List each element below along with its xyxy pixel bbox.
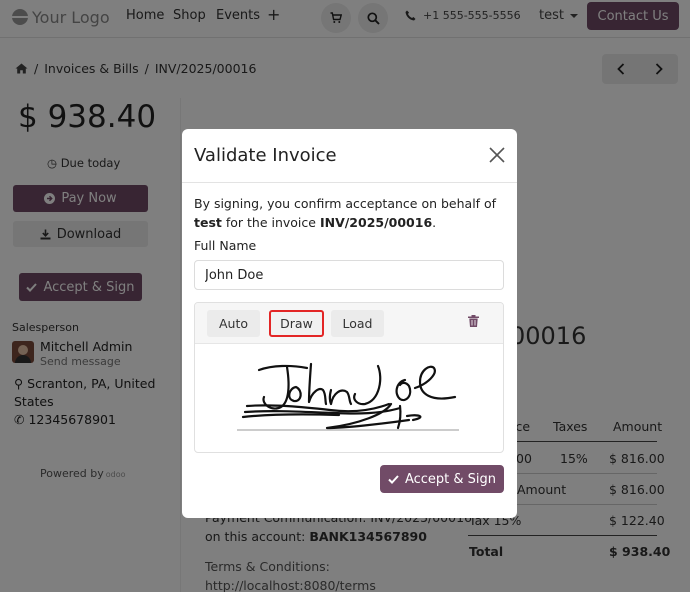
- trash-icon[interactable]: [468, 315, 479, 327]
- signature-pad: Auto Draw Load: [194, 302, 504, 453]
- validate-invoice-dialog: Validate Invoice By signing, you confirm…: [182, 129, 517, 518]
- consent-invoice: INV/2025/00016: [319, 215, 433, 230]
- modal-title: Validate Invoice: [194, 145, 337, 166]
- signature-canvas[interactable]: [195, 344, 504, 453]
- mode-auto-button[interactable]: Auto: [207, 310, 260, 337]
- check-icon: [388, 474, 399, 484]
- signature-mode-toolbar: Auto Draw Load: [195, 303, 503, 344]
- close-icon[interactable]: [487, 145, 507, 165]
- full-name-label: Full Name: [194, 238, 257, 253]
- full-name-input[interactable]: [194, 260, 504, 290]
- consent-user: test: [194, 215, 222, 230]
- consent-text: By signing, you confirm acceptance on be…: [194, 194, 506, 232]
- modal-header: Validate Invoice: [182, 129, 517, 183]
- consent-middle: for the invoice: [221, 215, 320, 230]
- mode-draw-button[interactable]: Draw: [269, 310, 324, 337]
- consent-prefix: By signing, you confirm acceptance on be…: [194, 196, 497, 211]
- consent-suffix: .: [432, 215, 437, 230]
- accept-sign-label: Accept & Sign: [404, 471, 497, 487]
- accept-sign-button[interactable]: Accept & Sign: [380, 465, 504, 493]
- mode-load-button[interactable]: Load: [331, 310, 384, 337]
